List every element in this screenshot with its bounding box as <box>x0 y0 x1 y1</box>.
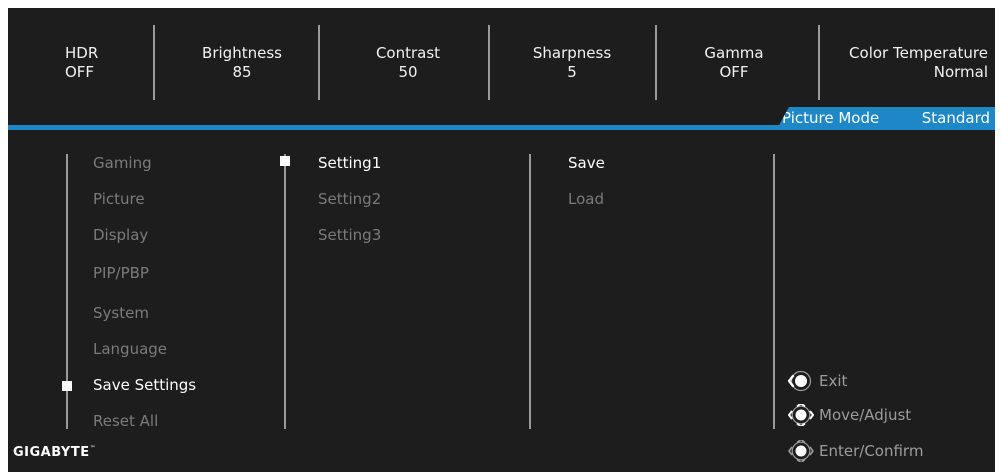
status-contrast: Contrast 50 <box>363 44 453 82</box>
menu-item-save-settings[interactable]: Save Settings <box>93 376 196 394</box>
menu-item-load[interactable]: Load <box>568 190 604 208</box>
status-sharpness: Sharpness 5 <box>522 44 622 82</box>
status-hdr: HDR OFF <box>65 44 98 82</box>
menu-item-gaming[interactable]: Gaming <box>93 154 152 172</box>
status-divider <box>818 25 820 100</box>
status-value: 85 <box>232 63 252 81</box>
menu-item-display[interactable]: Display <box>93 226 148 244</box>
action-menu-line <box>529 154 531 429</box>
picture-mode-value: Standard <box>921 109 990 127</box>
menu-item-pip-pbp[interactable]: PIP/PBP <box>93 264 149 282</box>
status-label: Sharpness <box>532 44 612 62</box>
status-value: Normal <box>933 63 988 81</box>
gigabyte-logo: GIGABYTE™ <box>13 445 96 460</box>
status-value: OFF <box>65 63 95 81</box>
picture-mode-tab: Picture Mode Standard <box>777 107 995 129</box>
status-divider <box>153 25 155 100</box>
status-label: Gamma <box>704 44 764 62</box>
status-value: 50 <box>398 63 418 81</box>
menu-item-picture[interactable]: Picture <box>93 190 145 208</box>
joystick-left-icon <box>788 370 812 392</box>
status-label: Brightness <box>202 44 282 62</box>
joystick-press-icon <box>788 440 814 462</box>
settings-menu-line <box>284 154 286 429</box>
menu-item-language[interactable]: Language <box>93 340 167 358</box>
status-value: 5 <box>567 63 577 81</box>
menu-item-setting2[interactable]: Setting2 <box>318 190 381 208</box>
status-value: OFF <box>719 63 749 81</box>
status-label: Contrast <box>375 44 441 62</box>
status-color-temperature: Color Temperature Normal <box>838 44 988 82</box>
osd-screen: HDR OFF Brightness 85 Contrast 50 Sharpn… <box>8 8 995 472</box>
status-brightness: Brightness 85 <box>197 44 287 82</box>
menu-item-save[interactable]: Save <box>568 154 605 172</box>
joystick-all-directions-icon <box>788 404 814 426</box>
status-label: HDR <box>65 44 99 62</box>
hint-label: Enter/Confirm <box>819 442 924 460</box>
status-divider <box>488 25 490 100</box>
trademark-mark: ™ <box>89 445 97 452</box>
brand-name: GIGABYTE <box>13 445 90 460</box>
menu-item-system[interactable]: System <box>93 304 149 322</box>
empty-menu-line <box>773 154 775 429</box>
status-gamma: Gamma OFF <box>689 44 779 82</box>
selection-marker <box>280 156 290 166</box>
status-divider <box>655 25 657 100</box>
menu-item-setting1[interactable]: Setting1 <box>318 154 381 172</box>
status-divider <box>318 25 320 100</box>
menu-item-reset-all[interactable]: Reset All <box>93 412 158 430</box>
picture-mode-label: Picture Mode <box>782 109 880 127</box>
status-label: Color Temperature <box>849 44 988 62</box>
menu-item-setting3[interactable]: Setting3 <box>318 226 381 244</box>
hint-label: Move/Adjust <box>819 406 912 424</box>
hint-label: Exit <box>819 372 848 390</box>
selection-marker <box>62 381 72 391</box>
